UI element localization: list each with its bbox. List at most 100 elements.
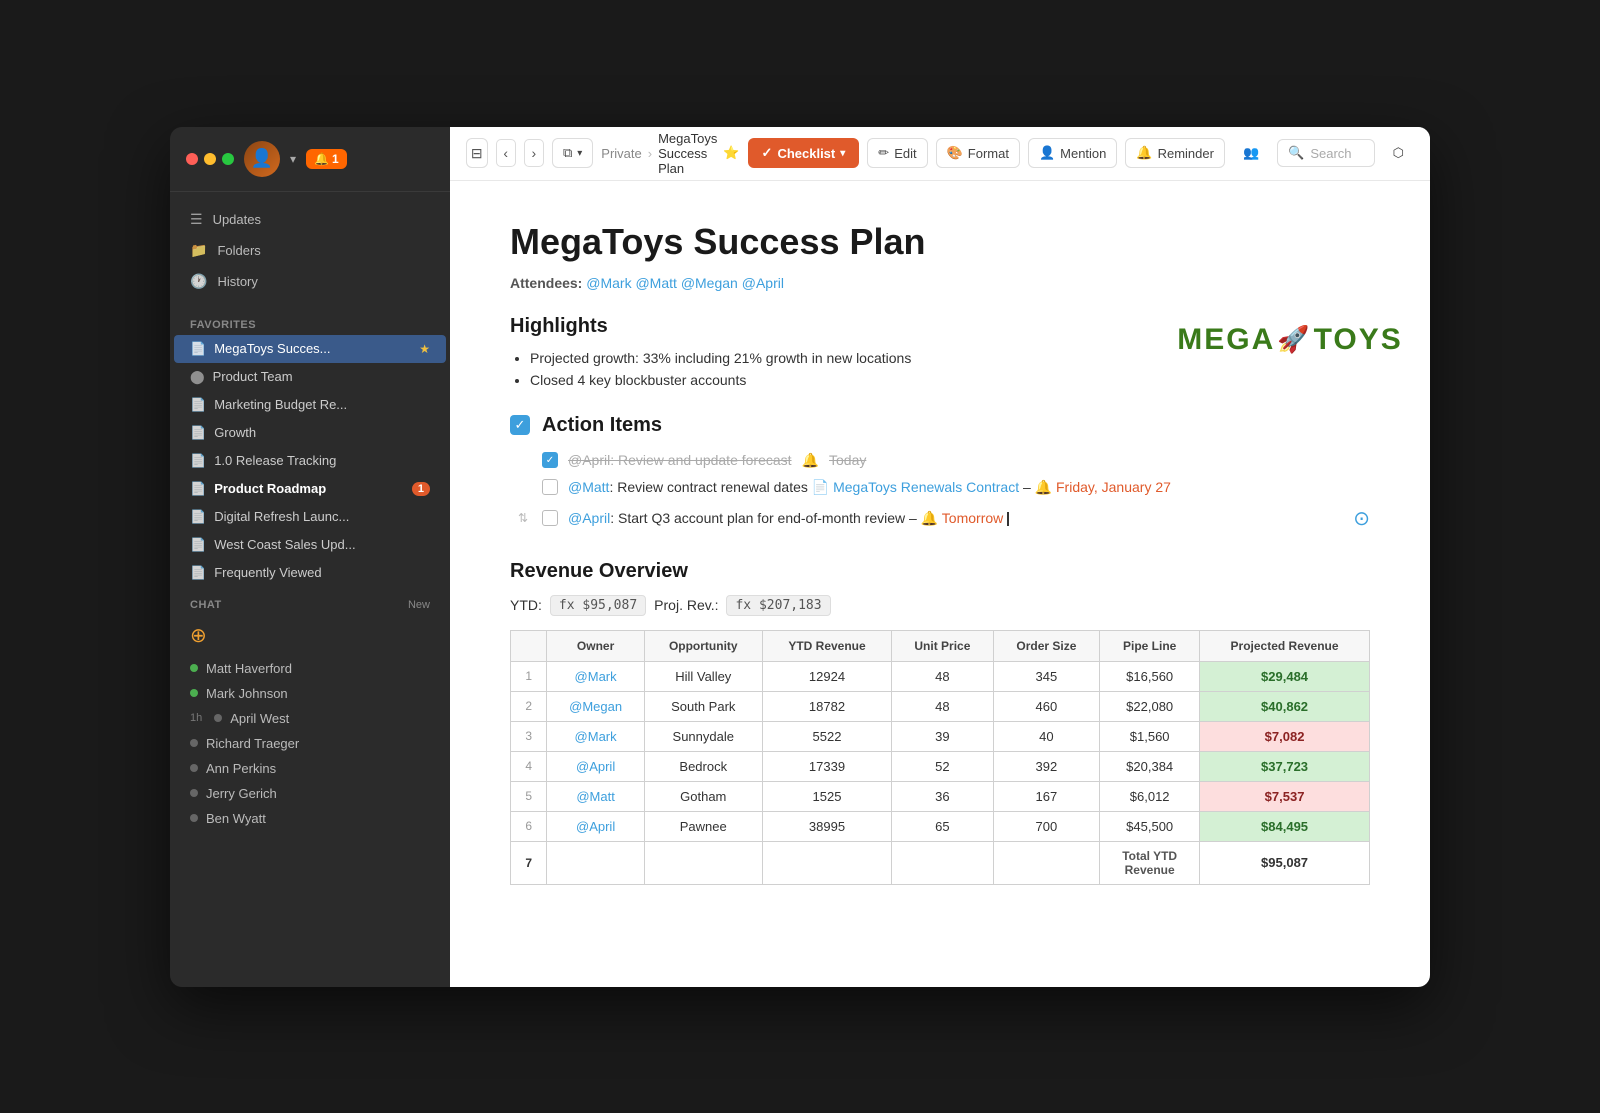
- row-ytd: 5522: [762, 721, 891, 751]
- chat-item-ben[interactable]: Ben Wyatt: [170, 806, 450, 831]
- breadcrumb-private: Private: [601, 146, 641, 161]
- history-icon: 🕐: [190, 273, 207, 290]
- row-owner[interactable]: @Matt: [547, 781, 644, 811]
- fav-item-product-team[interactable]: ⬤ Product Team: [174, 363, 446, 391]
- app-window: 👤 ▾ 🔔 1 ☰ Updates 📁 Folders 🕐 History: [170, 127, 1430, 987]
- notification-badge[interactable]: 🔔 1: [306, 149, 347, 169]
- fav-label: MegaToys Succes...: [214, 341, 411, 356]
- sidebar-toggle-button[interactable]: ⊟: [466, 138, 488, 168]
- fav-item-growth[interactable]: 📄 Growth: [174, 419, 446, 447]
- avatar[interactable]: 👤: [244, 141, 280, 177]
- fav-item-release[interactable]: 📄 1.0 Release Tracking: [174, 447, 446, 475]
- mention-april[interactable]: @April: [568, 510, 610, 526]
- ytd-formula[interactable]: fx $95,087: [550, 595, 646, 616]
- chat-item-matt[interactable]: Matt Haverford: [170, 656, 450, 681]
- action-item-2-date: Friday, January 27: [1056, 479, 1171, 495]
- sidebar-item-updates[interactable]: ☰ Updates: [170, 204, 450, 235]
- checklist-button[interactable]: ✓ Checklist ▾: [748, 138, 860, 168]
- chat-item-richard[interactable]: Richard Traeger: [170, 731, 450, 756]
- doc-icon: 📄: [190, 565, 206, 581]
- row-owner[interactable]: @Mark: [547, 721, 644, 751]
- doc-icon: 📄: [190, 537, 206, 553]
- action-item-3-text: @April: Start Q3 account plan for end-of…: [568, 510, 1009, 527]
- fav-label: Frequently Viewed: [214, 565, 321, 580]
- revenue-section: Revenue Overview YTD: fx $95,087 Proj. R…: [510, 560, 1370, 885]
- collab-icon: 👥: [1243, 145, 1259, 161]
- row-order: 460: [993, 691, 1100, 721]
- maximize-button[interactable]: [222, 153, 234, 165]
- table-row: 6 @April Pawnee 38995 65 700 $45,500 $84…: [511, 811, 1370, 841]
- forward-button[interactable]: ›: [524, 139, 544, 167]
- updates-label: Updates: [213, 212, 261, 227]
- proj-formula[interactable]: fx $207,183: [726, 595, 830, 616]
- edit-button[interactable]: ✏ Edit: [867, 138, 927, 168]
- action-item-1: ✓ @April: Review and update forecast 🔔 T…: [510, 447, 1370, 474]
- fav-label: Growth: [214, 425, 256, 440]
- traffic-lights: [186, 153, 234, 165]
- attendee-mark[interactable]: @Mark: [586, 275, 631, 291]
- add-chat-button[interactable]: ⊕: [170, 615, 450, 656]
- action-item-2-checkbox[interactable]: [542, 479, 558, 495]
- chat-item-april[interactable]: 1h April West: [170, 706, 450, 731]
- search-icon: 🔍: [1288, 145, 1304, 161]
- user-dropdown-icon[interactable]: ▾: [290, 152, 296, 166]
- mention-matt[interactable]: @Matt: [568, 479, 609, 495]
- minimize-button[interactable]: [204, 153, 216, 165]
- chat-item-mark[interactable]: Mark Johnson: [170, 681, 450, 706]
- row-unit: 48: [892, 691, 993, 721]
- fav-item-megatoys[interactable]: 📄 MegaToys Succes... ★: [174, 335, 446, 363]
- row-ytd: 1525: [762, 781, 891, 811]
- search-box[interactable]: 🔍 Search: [1277, 139, 1375, 167]
- action-item-1-checkbox[interactable]: ✓: [542, 452, 558, 468]
- checklist-icon: ✓: [762, 145, 773, 161]
- fav-item-marketing[interactable]: 📄 Marketing Budget Re...: [174, 391, 446, 419]
- renewal-contract-link[interactable]: MegaToys Renewals Contract: [833, 479, 1019, 495]
- back-button[interactable]: ‹: [496, 139, 516, 167]
- col-pipeline: Pipe Line: [1100, 630, 1200, 661]
- row-order: 167: [993, 781, 1100, 811]
- row-owner[interactable]: @Megan: [547, 691, 644, 721]
- logo-rocket-icon: 🚀: [1277, 324, 1311, 355]
- logo-toys-text: TOYS: [1314, 323, 1403, 357]
- expand-icon[interactable]: ⊙: [1353, 506, 1370, 531]
- attendee-megan[interactable]: @Megan: [681, 275, 738, 291]
- attendee-april[interactable]: @April: [742, 275, 784, 291]
- roadmap-badge: 1: [412, 482, 430, 496]
- drag-handle-icon[interactable]: ⇅: [518, 511, 528, 525]
- chat-item-jerry[interactable]: Jerry Gerich: [170, 781, 450, 806]
- row-order: [993, 841, 1100, 884]
- action-item-3-checkbox[interactable]: [542, 510, 558, 526]
- chat-item-ann[interactable]: Ann Perkins: [170, 756, 450, 781]
- attendee-matt[interactable]: @Matt: [635, 275, 676, 291]
- mention-button[interactable]: 👤 Mention: [1028, 138, 1117, 168]
- row-pipeline: $20,384: [1100, 751, 1200, 781]
- main-panel: ⊟ ‹ › ⧉ ▾ Private › MegaToys Success Pla…: [450, 127, 1430, 987]
- row-ytd: 12924: [762, 661, 891, 691]
- row-owner[interactable]: @Mark: [547, 661, 644, 691]
- action-item-3: ⇅ @April: Start Q3 account plan for end-…: [510, 501, 1370, 536]
- row-ytd: [762, 841, 891, 884]
- sidebar-item-history[interactable]: 🕐 History: [170, 266, 450, 297]
- format-button[interactable]: 🎨 Format: [936, 138, 1020, 168]
- reminder-button[interactable]: 🔔 Reminder: [1125, 138, 1225, 168]
- chat-new-label: New: [408, 599, 430, 611]
- collab-button[interactable]: 👥: [1233, 139, 1269, 167]
- close-button[interactable]: [186, 153, 198, 165]
- chat-name: Richard Traeger: [206, 736, 299, 751]
- fav-label: West Coast Sales Upd...: [214, 537, 430, 552]
- sidebar-item-folders[interactable]: 📁 Folders: [170, 235, 450, 266]
- online-dot: [190, 689, 198, 697]
- fav-item-roadmap[interactable]: 📄 Product Roadmap 1: [174, 475, 446, 503]
- fav-item-frequently[interactable]: 📄 Frequently Viewed: [174, 559, 446, 587]
- row-owner[interactable]: @April: [547, 751, 644, 781]
- open-external-button[interactable]: ⬡: [1383, 139, 1414, 167]
- fav-item-westcoast[interactable]: 📄 West Coast Sales Upd...: [174, 531, 446, 559]
- row-owner[interactable]: @April: [547, 811, 644, 841]
- action-items-icon[interactable]: ✓: [510, 415, 530, 435]
- copy-button[interactable]: ⧉ ▾: [552, 138, 593, 168]
- col-proj: Projected Revenue: [1200, 630, 1370, 661]
- revenue-heading: Revenue Overview: [510, 560, 1370, 583]
- row-ytd: 17339: [762, 751, 891, 781]
- row-pipeline: $6,012: [1100, 781, 1200, 811]
- fav-item-digital[interactable]: 📄 Digital Refresh Launc...: [174, 503, 446, 531]
